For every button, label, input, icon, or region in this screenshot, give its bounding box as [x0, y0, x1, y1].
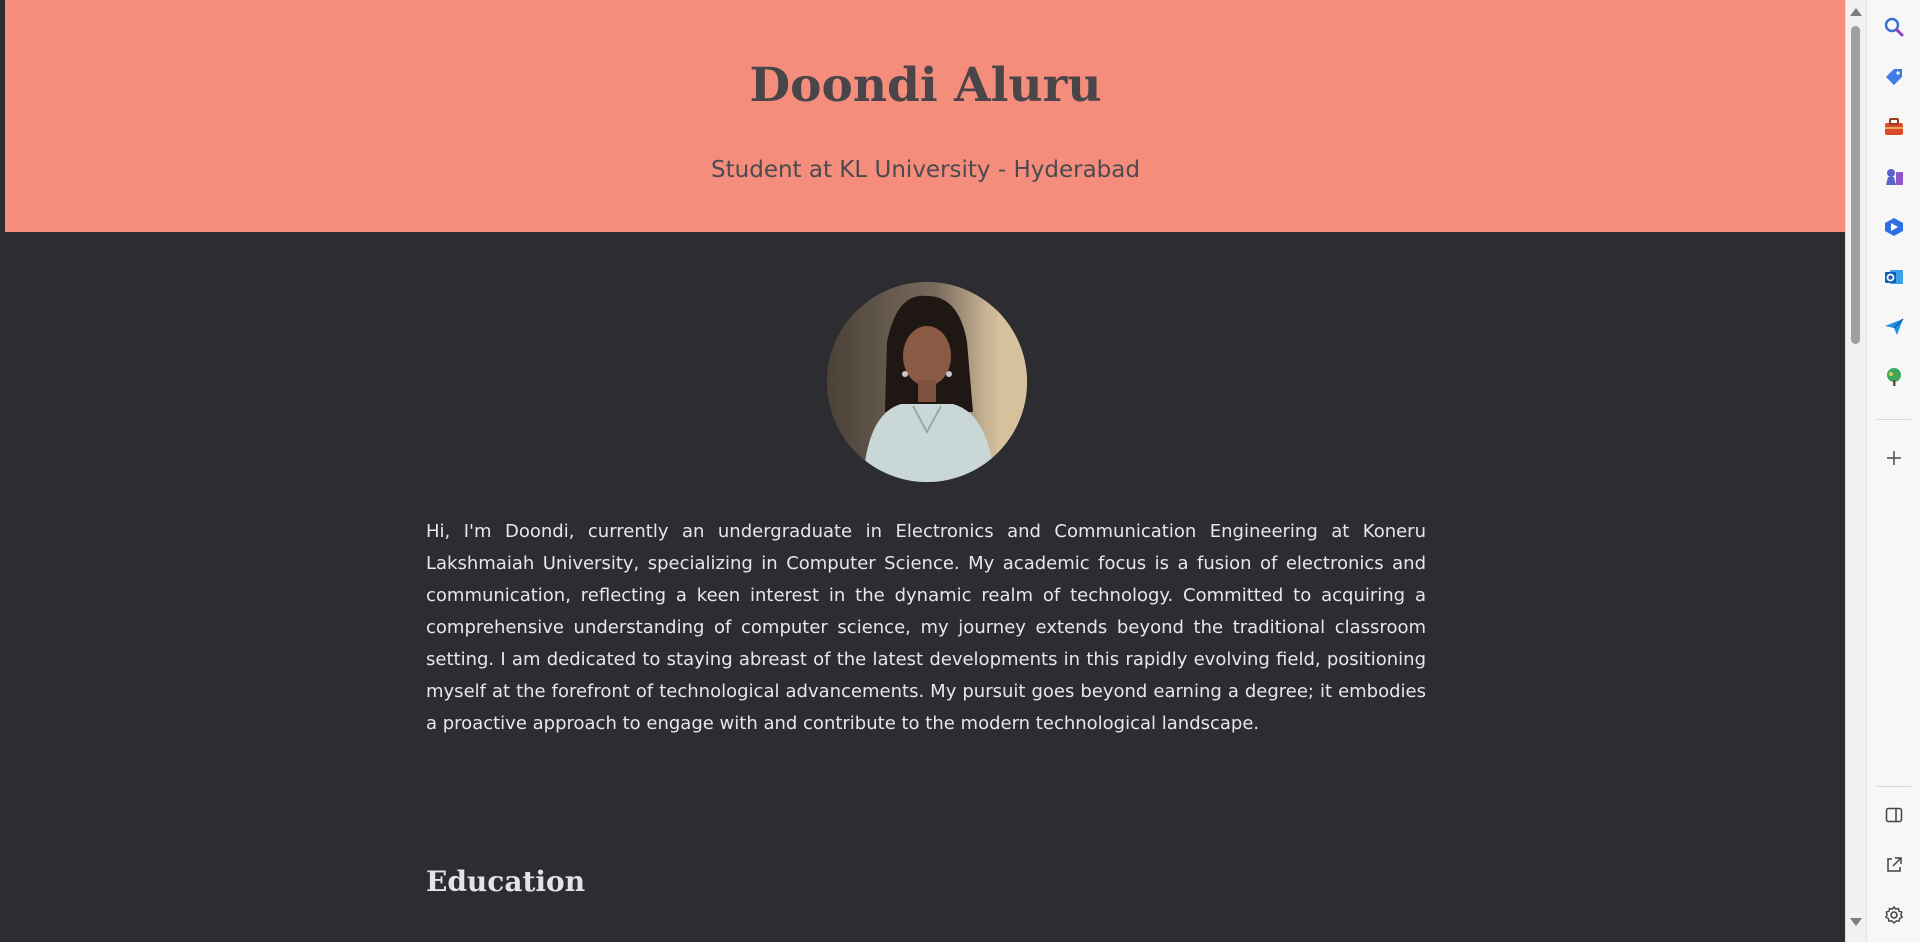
- sidebar-divider: [1877, 419, 1911, 420]
- browser-viewport: Doondi Aluru Student at KL University - …: [0, 0, 1845, 942]
- shopping-tag-icon[interactable]: [1879, 62, 1909, 92]
- open-external-icon[interactable]: [1879, 850, 1909, 880]
- bio-paragraph: Hi, I'm Doondi, currently an undergradua…: [426, 521, 1426, 734]
- scroll-thumb[interactable]: [1851, 26, 1860, 344]
- page-subtitle: Student at KL University - Hyderabad: [711, 157, 1140, 183]
- settings-icon[interactable]: [1879, 900, 1909, 930]
- outlook-icon[interactable]: [1879, 262, 1909, 292]
- education-heading: Education: [426, 865, 586, 898]
- toolbox-icon[interactable]: [1879, 112, 1909, 142]
- chess-games-icon[interactable]: [1879, 162, 1909, 192]
- page-header: Doondi Aluru Student at KL University - …: [5, 0, 1845, 232]
- copilot-icon[interactable]: [1879, 212, 1909, 242]
- split-screen-icon[interactable]: [1879, 800, 1909, 830]
- vertical-scrollbar[interactable]: [1845, 0, 1866, 942]
- portfolio-page: Doondi Aluru Student at KL University - …: [5, 0, 1845, 942]
- page-title: Doondi Aluru: [749, 58, 1102, 113]
- scroll-down-arrow-icon[interactable]: [1850, 918, 1862, 926]
- scroll-up-arrow-icon[interactable]: [1850, 8, 1862, 16]
- add-icon[interactable]: [1879, 443, 1909, 473]
- search-icon[interactable]: [1879, 12, 1909, 42]
- browser-sidebar: [1866, 0, 1920, 942]
- send-icon[interactable]: [1879, 312, 1909, 342]
- avatar-portrait-image: [827, 282, 1027, 482]
- profile-avatar: [827, 282, 1027, 482]
- sidebar-divider: [1877, 786, 1911, 787]
- tree-icon[interactable]: [1879, 362, 1909, 392]
